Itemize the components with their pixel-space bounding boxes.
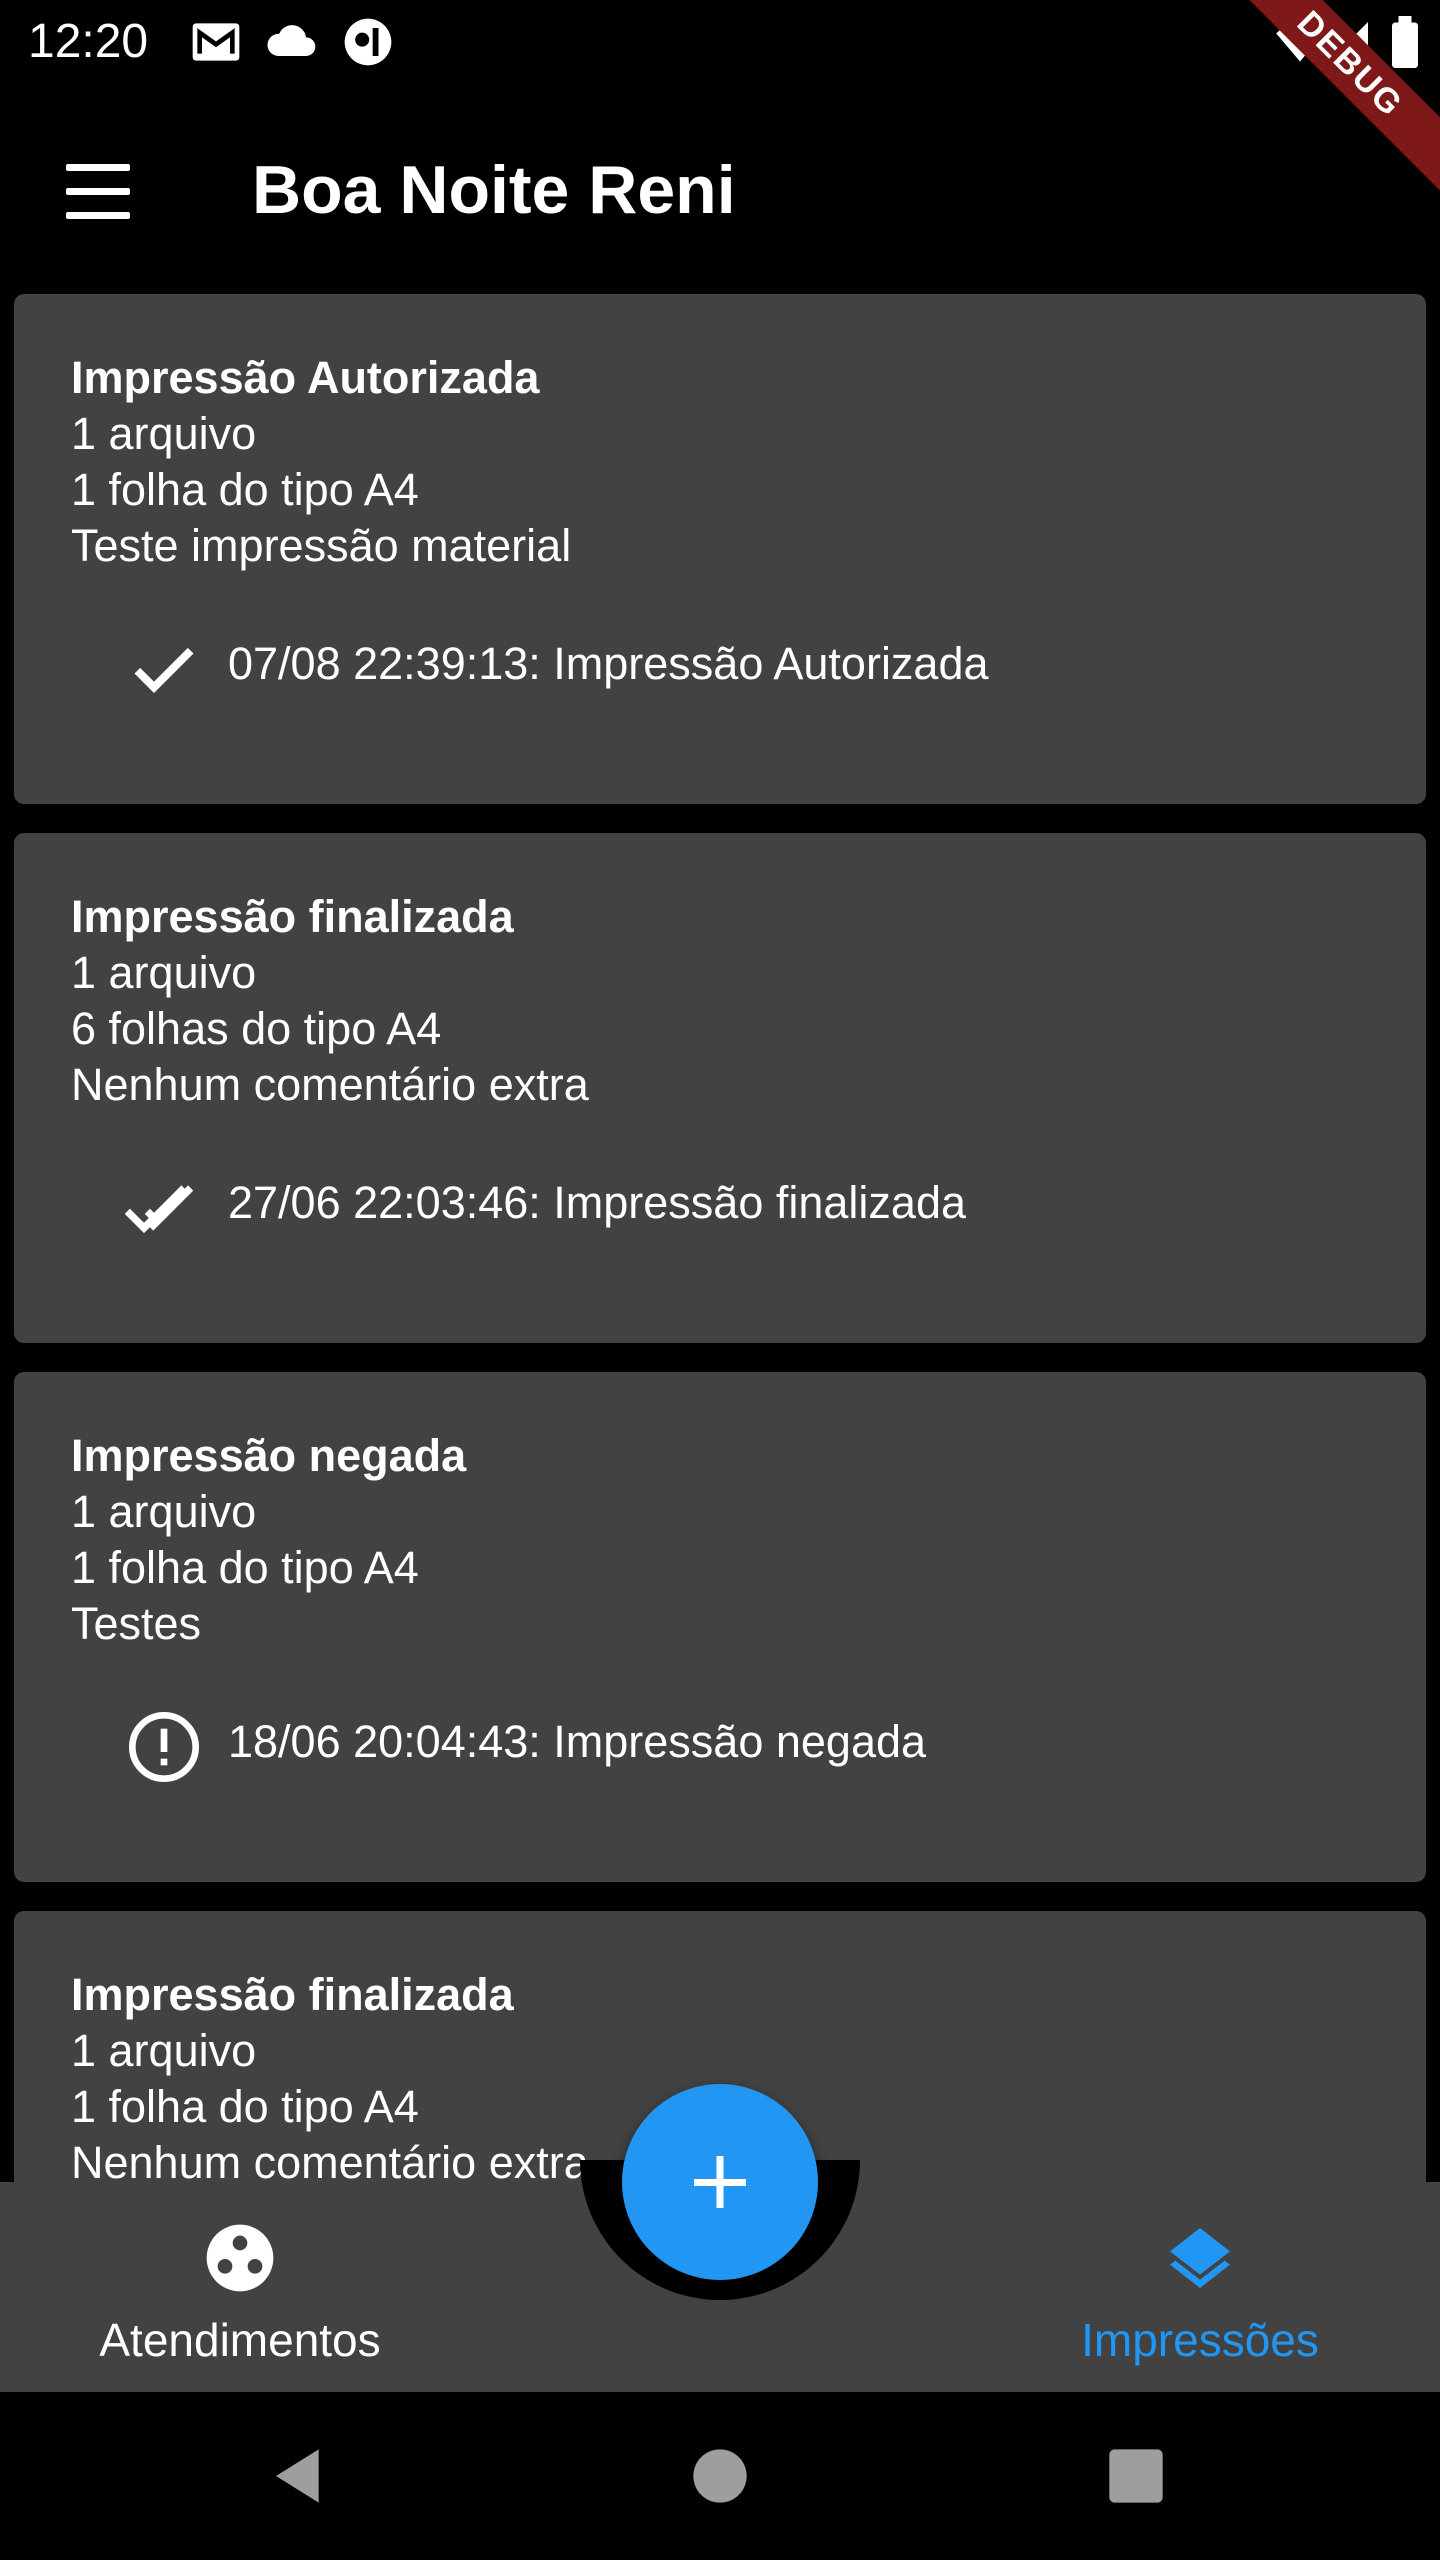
layers-icon bbox=[1170, 2228, 1230, 2288]
card-title: Impressão Autorizada bbox=[71, 352, 540, 403]
card-comment: Nenhum comentário extra bbox=[71, 1059, 589, 1110]
card-files: 1 arquivo bbox=[71, 408, 257, 459]
page-title: Boa Noite Reni bbox=[252, 152, 736, 228]
plus-icon bbox=[694, 2156, 746, 2208]
status-bar: 12:20 DEBUG bbox=[0, 0, 1440, 200]
nav-label-atendimentos: Atendimentos bbox=[99, 2314, 381, 2366]
print-card[interactable]: Impressão Autorizada 1 arquivo 1 folha d… bbox=[14, 294, 1426, 804]
card-status-text: 27/06 22:03:46: Impressão finalizada bbox=[228, 1177, 966, 1228]
card-comment: Nenhum comentário extra bbox=[71, 2137, 589, 2182]
print-list[interactable]: Impressão Autorizada 1 arquivo 1 folha d… bbox=[0, 294, 1440, 2182]
card-files: 1 arquivo bbox=[71, 2025, 257, 2076]
card-sheets: 1 folha do tipo A4 bbox=[71, 1542, 419, 1593]
notification-icon bbox=[344, 18, 392, 66]
card-comment: Testes bbox=[71, 1598, 202, 1649]
card-status-text: 07/08 22:39:13: Impressão Autorizada bbox=[228, 638, 989, 689]
nav-label-impressoes: Impressões bbox=[1081, 2314, 1319, 2366]
card-sheets: 1 folha do tipo A4 bbox=[71, 464, 419, 515]
home-icon[interactable] bbox=[688, 2444, 752, 2508]
print-card[interactable]: Impressão negada 1 arquivo 1 folha do ti… bbox=[14, 1372, 1426, 1882]
print-card[interactable]: Impressão finalizada 1 arquivo 6 folhas … bbox=[14, 833, 1426, 1343]
card-title: Impressão finalizada bbox=[71, 891, 514, 942]
double-check-icon bbox=[124, 1185, 194, 1234]
status-time: 12:20 bbox=[28, 15, 149, 68]
menu-button[interactable] bbox=[48, 144, 144, 240]
card-files: 1 arquivo bbox=[71, 947, 257, 998]
check-icon bbox=[134, 647, 194, 693]
card-title: Impressão finalizada bbox=[71, 1969, 514, 2020]
cloud-icon bbox=[267, 25, 316, 56]
nav-item-atendimentos[interactable]: Atendimentos bbox=[40, 2182, 440, 2392]
card-files: 1 arquivo bbox=[71, 1486, 257, 1537]
card-status-text: 18/06 20:04:43: Impressão negada bbox=[228, 1716, 927, 1767]
card-sheets: 6 folhas do tipo A4 bbox=[71, 1003, 442, 1054]
alert-circle-icon bbox=[129, 1712, 199, 1782]
add-print-fab[interactable] bbox=[622, 2084, 818, 2280]
card-sheets: 1 folha do tipo A4 bbox=[71, 2081, 419, 2132]
system-nav-bar bbox=[0, 2392, 1440, 2560]
back-icon[interactable] bbox=[268, 2444, 332, 2508]
card-comment: Teste impressão material bbox=[71, 520, 572, 571]
app-bar: Boa Noite Reni bbox=[0, 84, 1440, 284]
card-title: Impressão negada bbox=[71, 1430, 467, 1481]
bubbles-icon bbox=[206, 2224, 274, 2292]
nav-item-impressoes[interactable]: Impressões bbox=[1000, 2182, 1400, 2392]
gmail-icon bbox=[192, 23, 240, 61]
recents-icon[interactable] bbox=[1104, 2444, 1168, 2508]
